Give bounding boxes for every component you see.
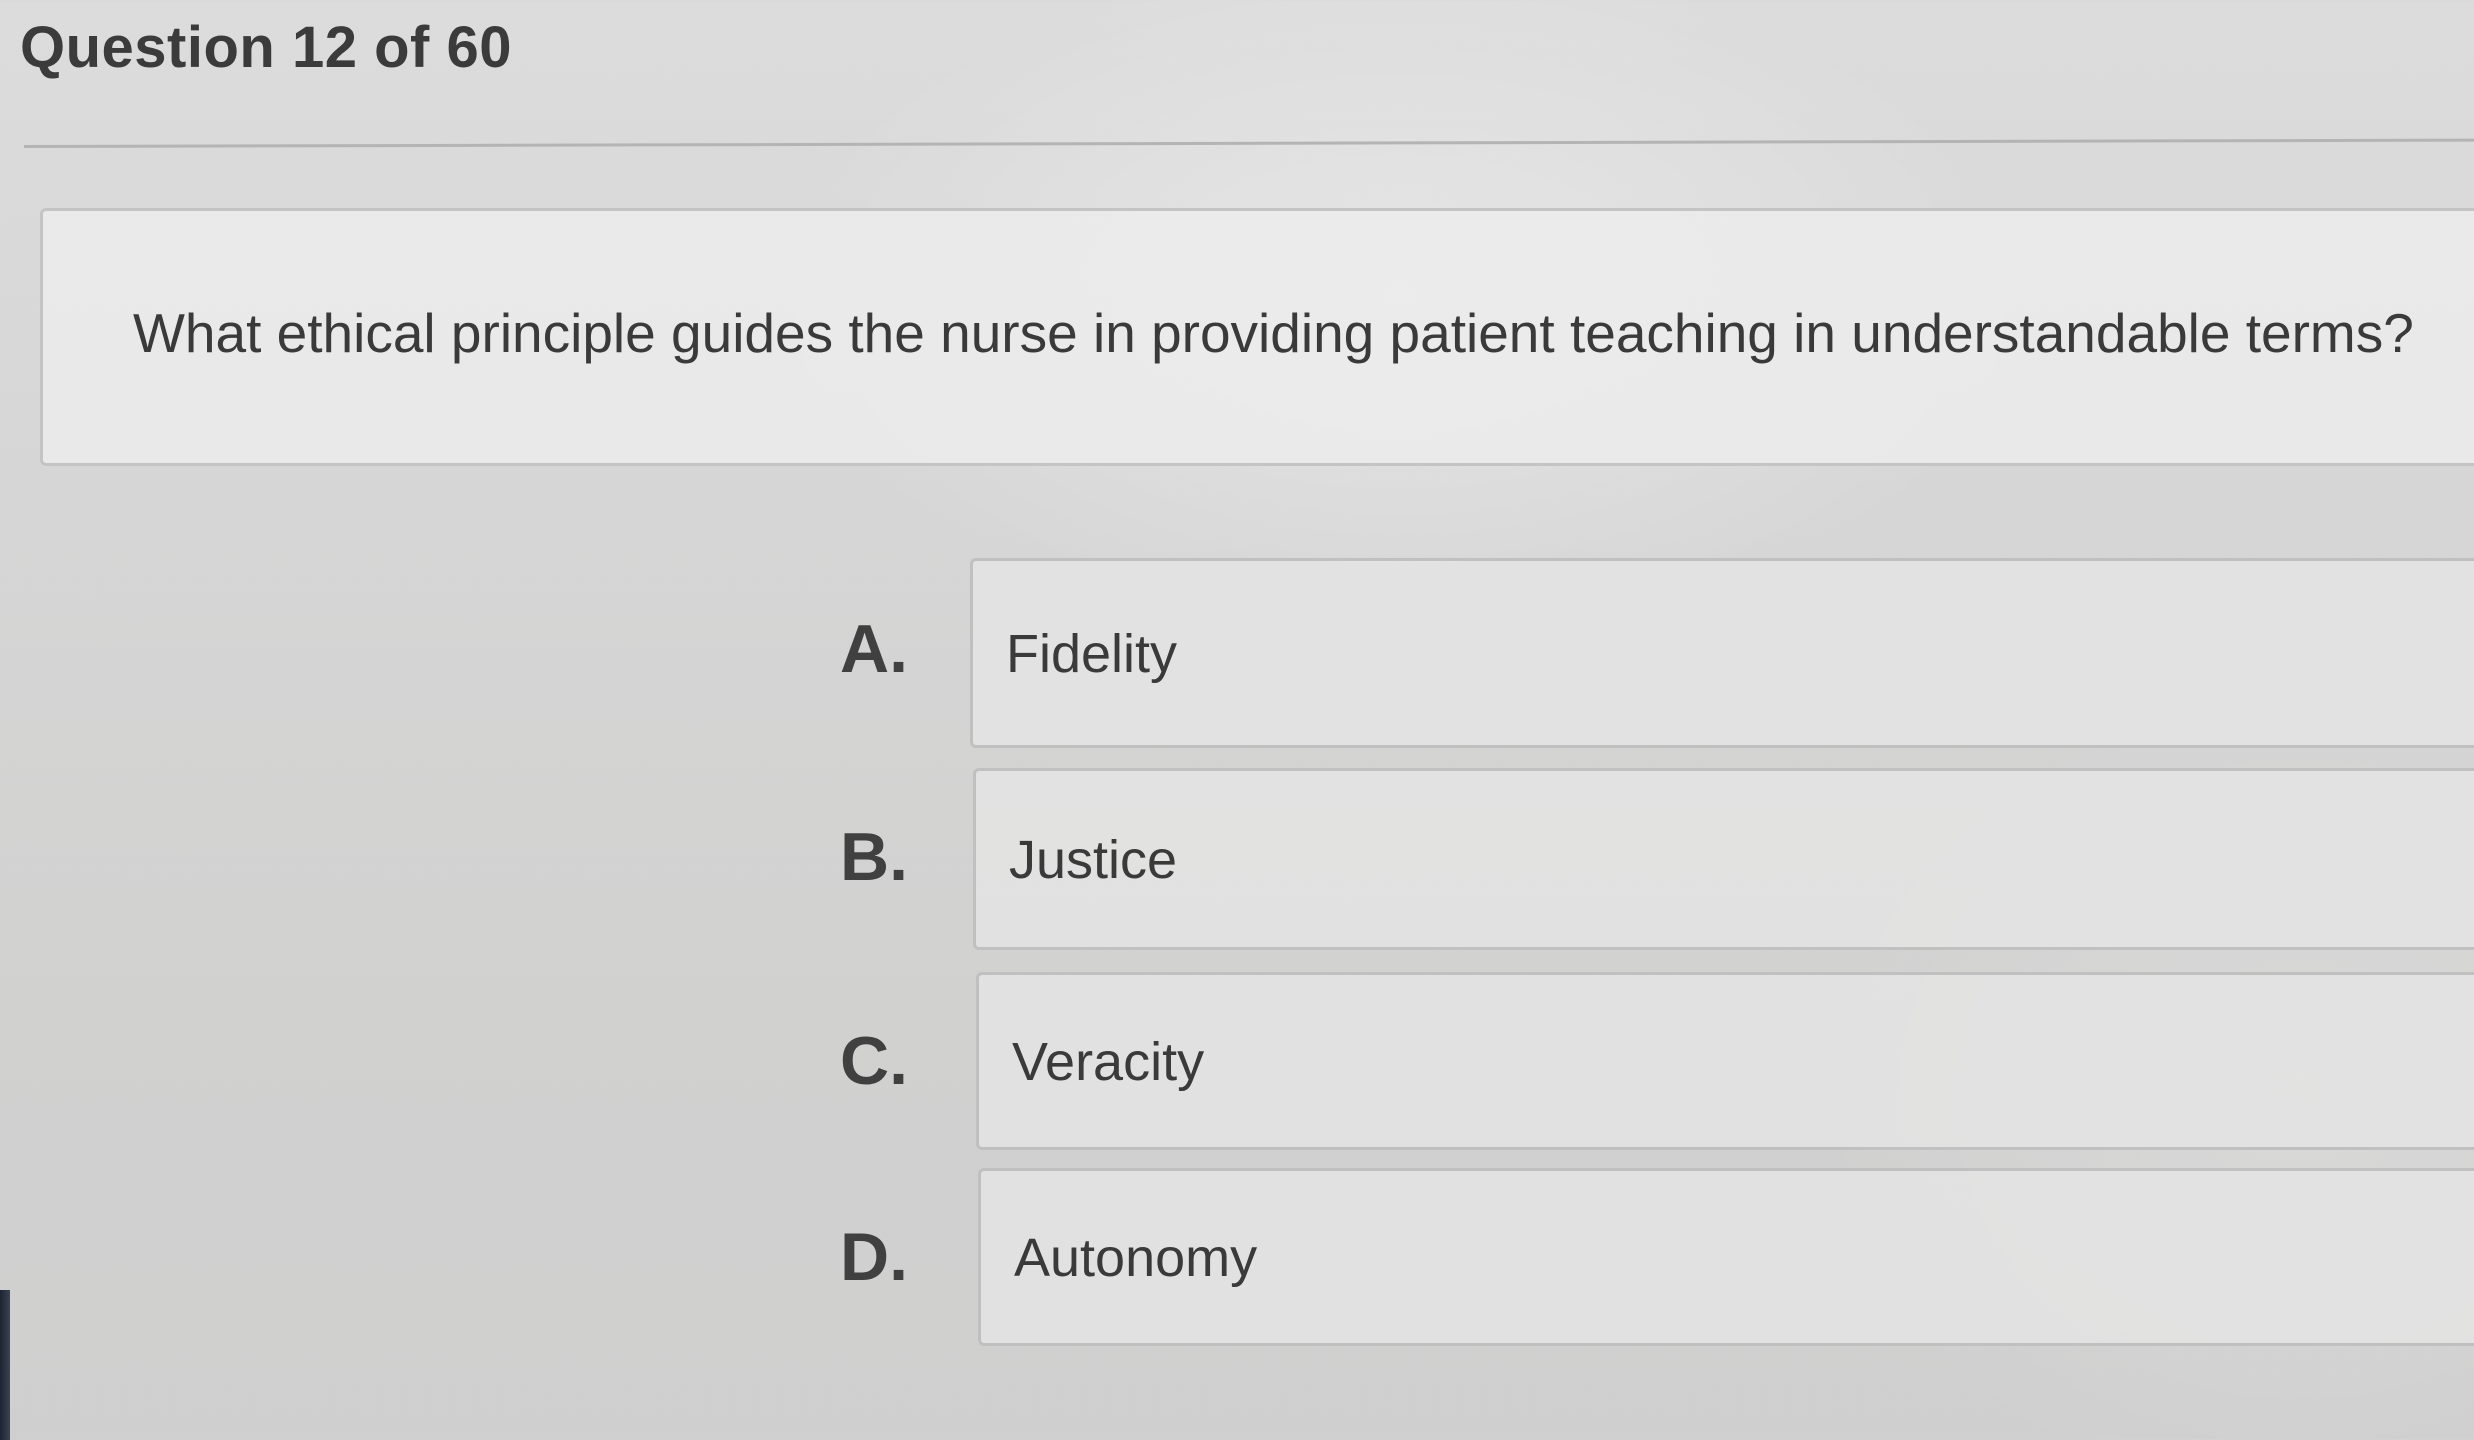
option-box-a[interactable]: Fidelity (970, 558, 2474, 748)
monitor-bezel (0, 1290, 10, 1440)
option-box-d[interactable]: Autonomy (978, 1168, 2474, 1346)
question-panel: What ethical principle guides the nurse … (40, 208, 2474, 466)
option-box-c[interactable]: Veracity (976, 972, 2474, 1150)
option-letter-b: B. (840, 819, 908, 895)
option-box-b[interactable]: Justice (973, 768, 2474, 950)
answer-option-d[interactable]: D. Autonomy (820, 1168, 2474, 1358)
option-label-b: Justice (1009, 830, 1178, 890)
option-label-a: Fidelity (1006, 624, 1178, 684)
option-label-c: Veracity (1012, 1032, 1205, 1092)
answer-option-c[interactable]: C. Veracity (820, 972, 2474, 1162)
option-letter-d: D. (840, 1219, 908, 1295)
answer-option-a[interactable]: A. Fidelity (820, 558, 2474, 748)
option-letter-a: A. (840, 611, 908, 687)
question-counter: Question 12 of 60 (20, 15, 512, 80)
option-letter-c: C. (840, 1023, 908, 1099)
question-text: What ethical principle guides the nurse … (133, 302, 2414, 364)
header-divider (23, 138, 2474, 148)
option-label-d: Autonomy (1014, 1228, 1258, 1288)
answer-option-b[interactable]: B. Justice (820, 768, 2474, 958)
